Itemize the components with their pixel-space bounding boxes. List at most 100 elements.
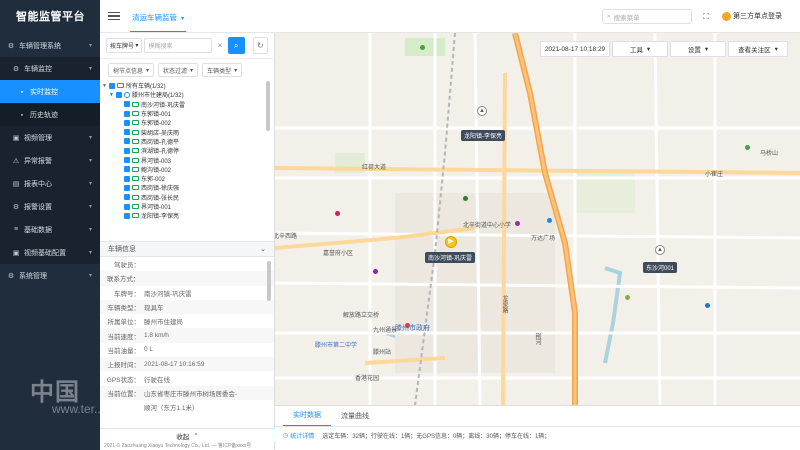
map-view-button[interactable]: 查看关注区 ▾: [728, 41, 788, 57]
fleet-icon: [116, 83, 124, 89]
poi-marker[interactable]: [547, 218, 552, 223]
info-key: 车牌号：: [114, 290, 140, 298]
sidebar-item[interactable]: ▣ 视频基础配置 ▾: [0, 241, 100, 264]
fullscreen-icon[interactable]: ⛶: [703, 12, 709, 22]
expand-icon[interactable]: ▼: [109, 92, 114, 98]
tree-vehicle-item[interactable]: 东郭镇-001: [124, 109, 274, 118]
checkbox[interactable]: [115, 91, 122, 98]
stats-details-link[interactable]: ◷ 统计详情: [283, 431, 314, 440]
sidebar-item[interactable]: ⚙ 报警设置 ▾: [0, 195, 100, 218]
tree-org[interactable]: ▼ 滕州市住建局(1/32): [109, 90, 274, 99]
poi-marker[interactable]: [463, 196, 468, 201]
chevron-down-icon: ▾: [646, 46, 651, 53]
tree-vehicle-item[interactable]: 西岗镇-徐庆强: [124, 183, 274, 192]
sidebar-item[interactable]: ⚙ 车辆管理系统 ▾: [0, 34, 100, 57]
poi-marker[interactable]: [373, 269, 378, 274]
stats-icon: ◷: [283, 432, 289, 439]
chevron-down-icon[interactable]: ⌄: [260, 245, 266, 253]
vehicle-marker-icon[interactable]: ▲: [477, 106, 487, 116]
search-button[interactable]: ⌕: [227, 37, 245, 54]
map-canvas: [275, 33, 800, 405]
poi-marker[interactable]: [515, 221, 520, 226]
sidebar-item[interactable]: ▤ 报表中心 ▾: [0, 172, 100, 195]
checkbox[interactable]: [124, 166, 130, 173]
checkbox[interactable]: [124, 129, 130, 136]
menu-search-placeholder: 搜索菜单: [613, 14, 640, 22]
tab-active[interactable]: 清运车辆监管 ▾: [130, 1, 187, 32]
poi-marker[interactable]: [335, 211, 340, 216]
car-icon: [132, 120, 139, 126]
checkbox[interactable]: [124, 184, 130, 191]
poi-marker[interactable]: [405, 323, 410, 328]
sidebar-item[interactable]: ≡ 基础数据 ▾: [0, 218, 100, 241]
bottom-tabs: 实时数据 流量曲线: [275, 406, 800, 427]
vehicle-label[interactable]: 龙阳镇-李保亮: [461, 130, 505, 141]
map-settings-button[interactable]: 设置 ▾: [670, 41, 726, 57]
poi-marker[interactable]: [745, 145, 750, 150]
refresh-button[interactable]: ↻: [252, 37, 268, 54]
sidebar-item[interactable]: ⚙ 车辆监控 ▾: [0, 57, 100, 80]
tab-traffic-curve[interactable]: 流量曲线: [331, 411, 379, 426]
menu-search-input[interactable]: ⌕ 搜索菜单: [602, 9, 692, 24]
sidebar-item[interactable]: ● 实时监控: [0, 80, 100, 103]
sidebar-item[interactable]: ⚙ 系统管理 ▾: [0, 264, 100, 287]
checkbox[interactable]: [124, 101, 130, 108]
tree-vehicle-item[interactable]: 鲍沟镇-002: [124, 165, 274, 174]
map-tools-button[interactable]: 工具 ▾: [612, 41, 668, 57]
scrollbar[interactable]: [266, 81, 270, 131]
checkbox[interactable]: [124, 194, 130, 201]
tree-vehicle-item[interactable]: 东郭镇-002: [124, 118, 274, 127]
sidebar-item-label: 基础数据: [24, 226, 52, 234]
poi-marker[interactable]: [625, 295, 630, 300]
tree-vehicle-item[interactable]: 南沙河镇-巩庆雷: [124, 100, 274, 109]
tree-vehicle-item[interactable]: 西岗镇-孔德平: [124, 137, 274, 146]
vehicle-marker-icon[interactable]: ▶: [445, 236, 457, 248]
car-icon: [132, 185, 139, 191]
vehicle-info-header[interactable]: 车辆信息 ⌄: [100, 241, 274, 257]
filter-vehicle-type[interactable]: 车辆类型 ▾: [202, 63, 243, 77]
hamburger-icon[interactable]: [108, 12, 120, 20]
sidebar-item[interactable]: ▣ 视频管理 ▾: [0, 126, 100, 149]
tree-vehicle-item[interactable]: 柴胡店-吴庆雨: [124, 127, 274, 137]
chevron-down-icon: ▾: [190, 67, 194, 74]
gear-icon: ⚙: [7, 42, 15, 50]
dot-icon: ●: [20, 89, 24, 94]
scrollbar[interactable]: [267, 261, 271, 301]
checkbox[interactable]: [124, 212, 130, 219]
checkbox[interactable]: [124, 147, 130, 154]
expand-icon[interactable]: ▼: [102, 83, 107, 89]
vehicle-label[interactable]: 东沙河001: [643, 262, 678, 273]
tree-vehicle-item[interactable]: 东郭-002: [124, 174, 274, 183]
tree-vehicle-item[interactable]: 界河镇-001: [124, 202, 274, 211]
vehicle-label[interactable]: 南沙河镇-巩庆雷: [425, 252, 475, 263]
tab-active-label: 清运车辆监管: [132, 12, 177, 22]
tree-vehicle-item[interactable]: 界河镇-003: [124, 155, 274, 165]
tree-vehicle-item[interactable]: 西岗镇-张长民: [124, 193, 274, 202]
tree-vehicle-item[interactable]: 滨湖镇-孔德停: [124, 146, 274, 155]
tree-vehicle-item[interactable]: 龙阳镇-李保亮: [124, 211, 274, 220]
clear-icon[interactable]: ×: [214, 38, 226, 53]
checkbox[interactable]: [124, 157, 130, 164]
checkbox[interactable]: [124, 119, 130, 126]
vehicle-marker-icon[interactable]: ▲: [655, 245, 665, 255]
checkbox[interactable]: [124, 175, 130, 182]
tree-root[interactable]: ▼ 所有车辆(1/32): [102, 81, 274, 90]
checkbox[interactable]: [108, 82, 115, 89]
checkbox[interactable]: [124, 138, 130, 145]
car-icon: [132, 157, 139, 163]
checkbox[interactable]: [124, 110, 130, 117]
poi-marker[interactable]: [420, 45, 425, 50]
filter-tree-node[interactable]: 树节点信息 ▾: [108, 63, 155, 77]
poi-marker[interactable]: [705, 303, 710, 308]
vehicle-search-input[interactable]: 模糊搜索: [144, 38, 213, 53]
user-menu[interactable]: 第三方单点登录: [722, 11, 782, 21]
filter-status[interactable]: 状态过滤 ▾: [158, 63, 199, 77]
collapse-button[interactable]: 收起 ⌃: [100, 428, 275, 442]
checkbox[interactable]: [124, 203, 130, 210]
sidebar-item-label: 车辆监控: [24, 65, 52, 73]
map-view[interactable]: 2021-08-17 10:18:29 工具 ▾ 设置 ▾ 查看关注区 ▾ 红荷大道 …: [275, 33, 800, 405]
sidebar-item[interactable]: ⚠ 异常报警 ▾: [0, 149, 100, 172]
sidebar-item[interactable]: ● 历史轨迹: [0, 103, 100, 126]
tab-realtime[interactable]: 实时数据: [283, 410, 331, 426]
plate-select[interactable]: 按车牌号 ▾: [106, 38, 143, 53]
